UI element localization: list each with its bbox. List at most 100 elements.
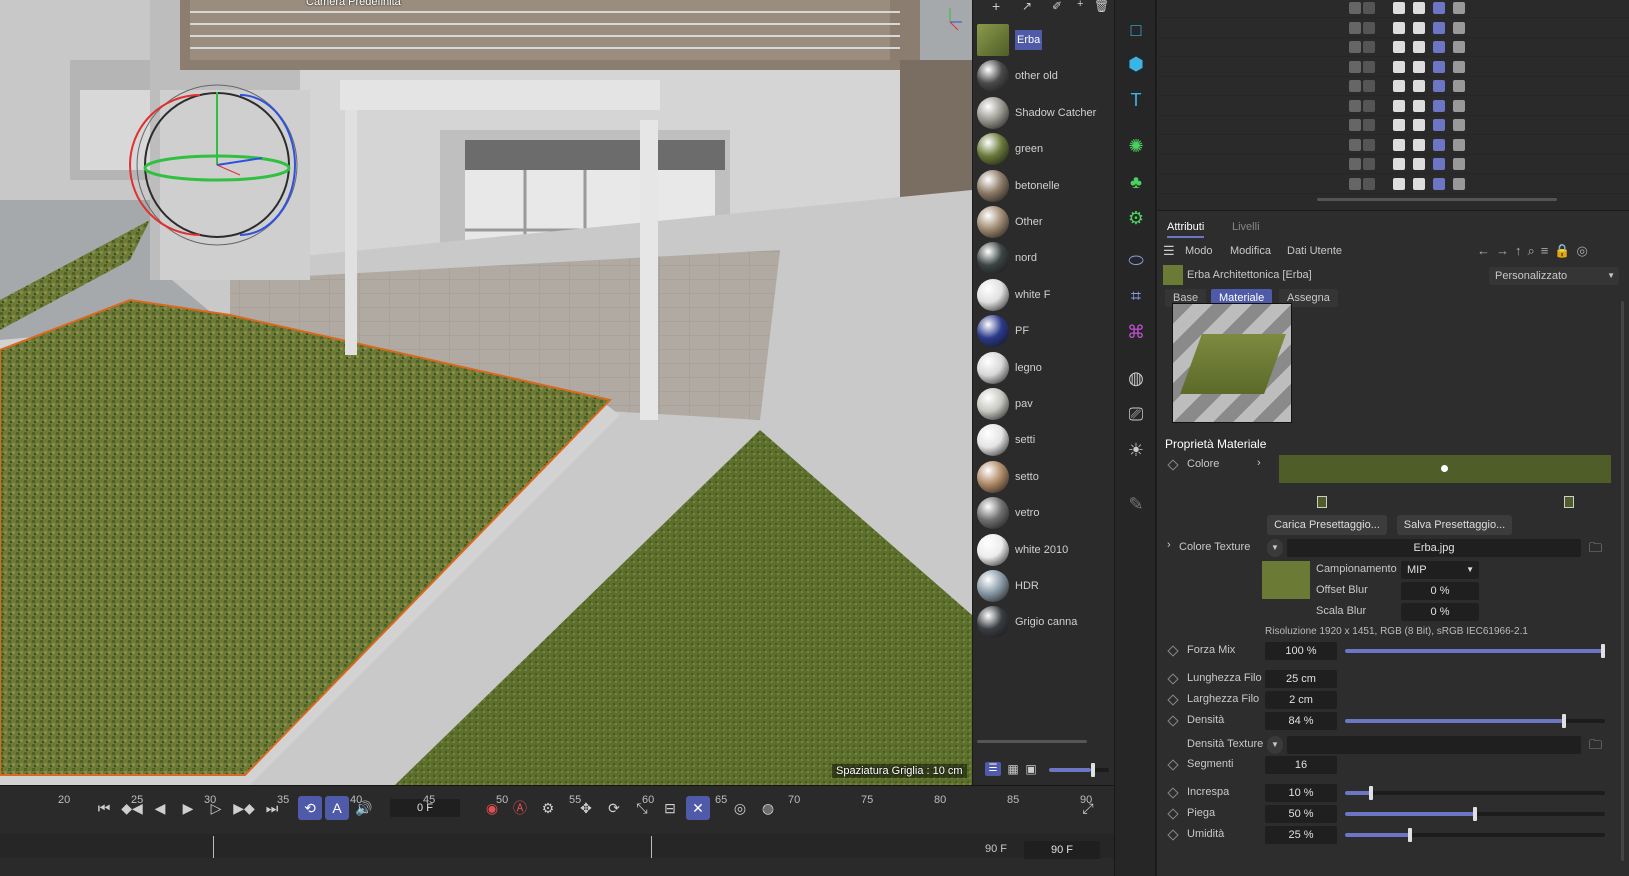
material-size-slider[interactable] [1049, 763, 1109, 777]
tag-icon[interactable] [1393, 80, 1405, 92]
material-item[interactable]: legno [977, 350, 1111, 386]
flag-icon[interactable] [1433, 158, 1445, 170]
material-item[interactable]: Other [977, 204, 1111, 240]
object-row[interactable] [1157, 135, 1629, 155]
preset-dropdown[interactable]: Personalizzato ▼ [1489, 267, 1619, 285]
material-item[interactable]: pav [977, 386, 1111, 422]
umidita-slider[interactable] [1345, 828, 1605, 842]
object-row[interactable] [1157, 115, 1629, 135]
go-to-start-icon[interactable]: ⏮ [92, 796, 116, 820]
tag-icon[interactable] [1413, 119, 1425, 131]
keyframe-icon[interactable] [1167, 759, 1179, 771]
chevron-right-icon[interactable]: › [1257, 457, 1261, 469]
forza-mix-field[interactable]: 100 % [1265, 642, 1337, 660]
object-row[interactable] [1157, 154, 1629, 174]
timeline-ruler[interactable] [0, 834, 1114, 858]
keyframe-settings-icon[interactable]: ⚙ [536, 796, 560, 820]
tag-icon[interactable] [1393, 158, 1405, 170]
chevron-right-icon[interactable]: › [1167, 539, 1171, 551]
flag-icon[interactable] [1433, 2, 1445, 14]
menu-modo[interactable]: Modo [1185, 245, 1213, 257]
dot-icon[interactable] [1363, 158, 1375, 170]
load-preset-button[interactable]: Carica Presettaggio... [1267, 515, 1387, 535]
object-row[interactable] [1157, 18, 1629, 38]
color-picker-dot[interactable] [1441, 465, 1448, 472]
offset-blur-field[interactable]: 0 % [1401, 582, 1479, 600]
playhead[interactable] [213, 836, 214, 858]
check-icon[interactable] [1349, 138, 1361, 151]
material-tag-icon[interactable] [1453, 80, 1465, 92]
keyframe-icon[interactable] [1167, 459, 1179, 471]
rotate-key-icon[interactable]: ⟳ [602, 796, 626, 820]
autokey-record-icon[interactable]: Ⓐ [508, 796, 532, 820]
material-tag-icon[interactable] [1453, 60, 1465, 73]
sketch-tool-icon[interactable]: ✎ [1122, 490, 1150, 518]
material-tag-icon[interactable] [1453, 2, 1465, 14]
menu-dati-utente[interactable]: Dati Utente [1287, 245, 1342, 257]
object-row[interactable] [1157, 57, 1629, 77]
check-icon[interactable] [1349, 21, 1361, 34]
material-tag-icon[interactable] [1453, 41, 1465, 53]
tag-icon[interactable] [1413, 177, 1425, 190]
densita-texture-dropdown-icon[interactable]: ▼ [1267, 736, 1283, 754]
material-item[interactable]: PF [977, 313, 1111, 349]
timeline-settings-icon[interactable]: ◍ [756, 796, 780, 820]
menu-modifica[interactable]: Modifica [1230, 245, 1271, 257]
scala-blur-field[interactable]: 0 % [1401, 603, 1479, 621]
material-item[interactable]: vetro [977, 495, 1111, 531]
dot-icon[interactable] [1363, 2, 1375, 14]
tag-icon[interactable] [1413, 21, 1425, 34]
tag-icon[interactable] [1393, 21, 1405, 34]
material-item[interactable]: setto [977, 459, 1111, 495]
keyframe-icon[interactable] [1167, 715, 1179, 727]
keyframe-icon[interactable] [1167, 787, 1179, 799]
dot-icon[interactable] [1363, 99, 1375, 112]
list-view-icon[interactable]: ☰ [985, 762, 1001, 776]
end-frame-field[interactable]: 90 F [1024, 841, 1100, 859]
param-key-icon[interactable]: ⊟ [658, 796, 682, 820]
next-key-icon[interactable]: ▶◆ [232, 796, 256, 820]
material-item[interactable]: green [977, 131, 1111, 167]
text-tool-icon[interactable]: T [1122, 86, 1150, 114]
check-icon[interactable] [1349, 80, 1361, 92]
large-view-icon[interactable]: ▣ [1023, 762, 1039, 776]
flag-icon[interactable] [1433, 41, 1445, 53]
material-item[interactable]: HDR [977, 568, 1111, 604]
densita-texture-field[interactable] [1287, 736, 1581, 754]
flag-icon[interactable] [1433, 119, 1445, 131]
dot-icon[interactable] [1363, 119, 1375, 131]
add-material-icon[interactable]: + [992, 0, 1008, 14]
play-icon[interactable]: ▶ [176, 796, 200, 820]
forza-mix-slider[interactable] [1345, 644, 1605, 658]
tag-icon[interactable] [1413, 99, 1425, 112]
tag-icon[interactable] [1413, 158, 1425, 170]
densita-slider[interactable] [1345, 714, 1605, 728]
object-row[interactable] [1157, 76, 1629, 96]
tag-icon[interactable] [1413, 80, 1425, 92]
material-item[interactable]: white F [977, 277, 1111, 313]
material-tag-icon[interactable] [1453, 99, 1465, 112]
3d-viewport[interactable]: Camera Predefinita Spaziatura Griglia : … [0, 0, 972, 785]
flag-icon[interactable] [1433, 177, 1445, 190]
material-item[interactable]: white 2010 [977, 532, 1111, 568]
cloner-icon[interactable]: ♣ [1122, 168, 1150, 196]
keyframe-icon[interactable] [1167, 645, 1179, 657]
object-row[interactable] [1157, 96, 1629, 116]
auto-key-icon[interactable]: A [325, 796, 349, 820]
dot-icon[interactable] [1363, 21, 1375, 34]
check-icon[interactable] [1349, 177, 1361, 190]
tab-livelli[interactable]: Livelli [1232, 221, 1260, 233]
flag-icon[interactable] [1433, 80, 1445, 92]
gradient-knot-left[interactable] [1317, 496, 1327, 508]
tag-icon[interactable] [1393, 119, 1405, 131]
material-item[interactable]: other old [977, 58, 1111, 94]
material-item[interactable]: setti [977, 422, 1111, 458]
check-icon[interactable] [1349, 60, 1361, 73]
object-row[interactable] [1157, 0, 1629, 18]
effector-icon[interactable]: ⌗ [1122, 282, 1150, 310]
object-row[interactable] [1157, 37, 1629, 57]
tab-attributi[interactable]: Attributi [1167, 221, 1205, 238]
tag-icon[interactable] [1413, 41, 1425, 53]
texture-file-field[interactable]: Erba.jpg [1287, 539, 1581, 557]
field-icon[interactable]: ⌘ [1122, 318, 1150, 346]
